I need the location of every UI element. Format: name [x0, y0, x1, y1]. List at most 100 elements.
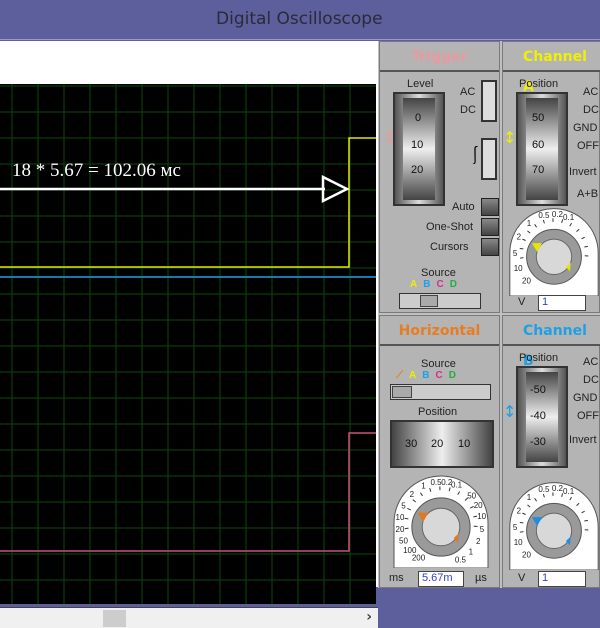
tick: 70	[532, 164, 544, 176]
scrollbar-thumb[interactable]	[103, 610, 126, 627]
dial-label: 5	[480, 525, 485, 534]
horizontal-source-slider[interactable]	[390, 384, 491, 400]
source-b: B	[422, 370, 435, 381]
timebase-knob[interactable]: 10.50.20.1251020501002005020105210.5	[388, 468, 494, 568]
coupling-ac: AC	[460, 86, 475, 98]
channel-b-position-slider[interactable]: -50-40-30	[516, 366, 568, 468]
window-title: Digital Oscilloscope	[216, 9, 383, 29]
channel-b-volts-field[interactable]: 1	[538, 571, 586, 587]
horizontal-section: Horizontal Source ⟋ABCD Position 302010 …	[379, 315, 500, 588]
annotation-text: 18 * 5.67 = 102.06 мс	[12, 160, 181, 182]
horizontal-scrollbar[interactable]: ›	[0, 607, 378, 628]
position-label: Position	[519, 352, 558, 364]
a-plus-b-label[interactable]: A+B	[577, 188, 598, 200]
timebase-field[interactable]: 5.67m	[418, 571, 464, 587]
source-a: A	[409, 370, 422, 381]
dial-tick	[520, 532, 523, 533]
edge-icon: ⎰	[466, 142, 484, 168]
dial-tick	[520, 258, 523, 259]
one-shot-button[interactable]	[481, 218, 499, 236]
coupling-off[interactable]: OFF	[577, 140, 599, 152]
dial-label: 2	[517, 506, 522, 515]
scroll-right-icon[interactable]: ›	[366, 609, 372, 625]
channel-a-volts-knob[interactable]: 0.50.20.11251020	[507, 200, 600, 296]
invert-label[interactable]: Invert	[569, 434, 597, 446]
source-label: Source	[421, 358, 456, 370]
trigger-title: Trigger	[380, 42, 499, 72]
dial-label: 0.5	[538, 485, 550, 494]
ramp-icon: ⟋	[396, 370, 409, 381]
source-a: A	[410, 279, 423, 290]
source-label: Source	[421, 267, 456, 279]
invert-label[interactable]: Invert	[569, 166, 597, 178]
title-bar: Digital Oscilloscope	[0, 0, 600, 40]
unit-label: V	[518, 296, 525, 308]
auto-button[interactable]	[481, 198, 499, 216]
dial-label: 5	[513, 249, 518, 258]
dial-label: 20	[396, 525, 405, 534]
channel-b-volts-knob[interactable]: 0.50.20.11251020	[507, 474, 600, 570]
dial-label: 1	[469, 548, 474, 557]
tick: 20	[411, 164, 423, 176]
trigger-coupling-switch[interactable]	[481, 80, 497, 122]
dial-label: 0.2	[552, 210, 564, 219]
dial-label: 20	[522, 550, 531, 559]
channel-a-section: Channel A Position 506070 ↕ AC DC GND OF…	[502, 41, 600, 313]
channel-b-title: Channel B	[503, 316, 600, 346]
channel-c-trace	[0, 433, 376, 551]
horizontal-position-slider[interactable]: 30 20 10	[390, 420, 494, 468]
tick: -50	[530, 384, 546, 396]
dial-label: 20	[474, 501, 483, 510]
dial-label: 2	[517, 232, 522, 241]
position-label: Position	[519, 78, 558, 90]
dial-label: 2	[410, 490, 415, 499]
dial-label: 0.5	[538, 211, 550, 220]
dial-label: 0.1	[563, 487, 575, 496]
level-label: Level	[407, 78, 433, 90]
trigger-level-slider[interactable]: 01020	[393, 92, 445, 206]
tick: 10	[458, 438, 470, 450]
dial-tick	[405, 528, 409, 529]
trigger-source-slider[interactable]	[399, 293, 481, 309]
dial-label: 1	[421, 482, 426, 491]
dial-tick	[584, 520, 587, 521]
channel-a-volts-field[interactable]: 1	[538, 295, 586, 311]
updown-arrow-icon: ↕	[503, 128, 516, 147]
source-d: D	[449, 370, 462, 381]
coupling-gnd[interactable]: GND	[573, 392, 597, 404]
channel-b-section: Channel B Position -50-40-30 ↕ AC DC GND…	[502, 315, 600, 588]
tick: 0	[415, 112, 421, 124]
coupling-dc[interactable]: DC	[583, 104, 599, 116]
updown-arrow-icon: ↕	[383, 128, 396, 147]
unit-label: V	[518, 572, 525, 584]
cursors-button[interactable]	[481, 238, 499, 256]
coupling-ac[interactable]: AC	[583, 356, 598, 368]
dial-label: 200	[412, 554, 426, 563]
dial-tick	[584, 246, 587, 247]
dial-label: 2	[476, 537, 481, 546]
coupling-dc[interactable]: DC	[583, 374, 599, 386]
tick: 50	[532, 112, 544, 124]
unit-ms: ms	[389, 572, 404, 584]
horizontal-title: Horizontal	[380, 316, 499, 346]
control-panel: Trigger Level 01020 ↕ AC DC ⎰ Auto One-S…	[378, 41, 600, 588]
dial-label: 50	[399, 537, 408, 546]
one-shot-label: One-Shot	[426, 221, 473, 233]
source-c: C	[435, 370, 448, 381]
tick: -40	[530, 410, 546, 422]
tick: 20	[431, 438, 443, 450]
dial-label: 10	[477, 512, 486, 521]
dial-label: 10	[514, 264, 523, 273]
channel-a-trace	[0, 138, 376, 267]
coupling-ac[interactable]: AC	[583, 86, 598, 98]
coupling-off[interactable]: OFF	[577, 410, 599, 422]
arrowhead-icon	[323, 177, 347, 201]
coupling-gnd[interactable]: GND	[573, 122, 597, 134]
channel-a-position-slider[interactable]: 506070	[516, 92, 568, 206]
dial-label: 20	[522, 276, 531, 285]
dial-label: 1	[527, 493, 532, 502]
tick: 30	[405, 438, 417, 450]
dial-label: 10	[514, 538, 523, 547]
channel-a-title: Channel A	[503, 42, 600, 72]
source-b: B	[423, 279, 436, 290]
